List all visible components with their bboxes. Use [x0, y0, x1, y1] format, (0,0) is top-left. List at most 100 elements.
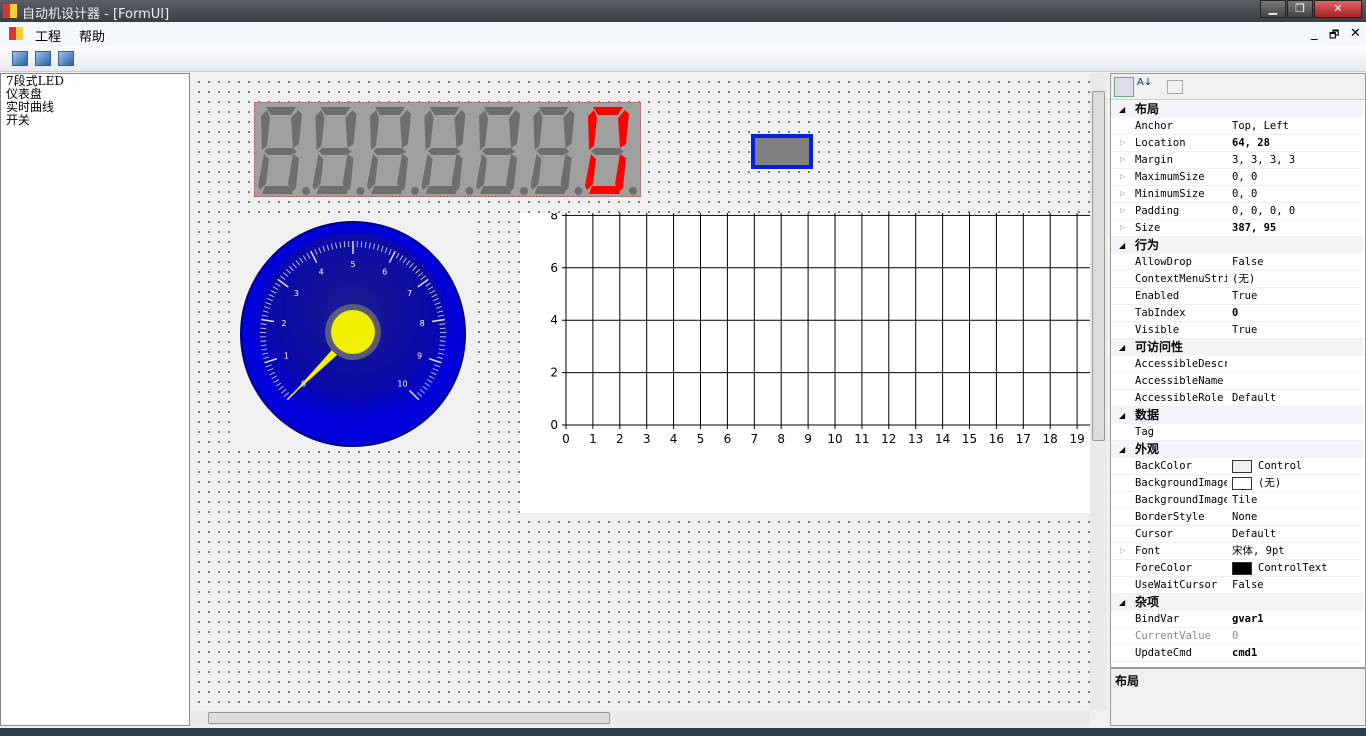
toolbox-item-chart[interactable]: 实时曲线	[6, 101, 184, 114]
property-value[interactable]: 0	[1232, 628, 1238, 645]
image-icon[interactable]	[58, 51, 74, 66]
switch-control[interactable]	[751, 134, 813, 169]
property-row[interactable]: AccessibleRole Default	[1111, 390, 1363, 407]
category-name: 布局	[1135, 102, 1160, 116]
property-row[interactable]: BackColor Control	[1111, 458, 1363, 475]
mdi-restore-button[interactable]: 🗗	[1329, 26, 1339, 45]
property-value[interactable]: True	[1232, 322, 1257, 339]
property-value[interactable]: (无)	[1232, 271, 1255, 288]
expand-icon[interactable]: ▷	[1120, 543, 1125, 560]
property-name: MinimumSize	[1135, 188, 1205, 200]
realtime-chart[interactable]: 0123456789101112131415161718190246810	[520, 213, 1090, 513]
property-value[interactable]: 3, 3, 3, 3	[1232, 152, 1295, 169]
property-row[interactable]: UpdateCmd cmd1	[1111, 645, 1363, 662]
property-category[interactable]: ◢ 行为	[1111, 237, 1363, 254]
collapse-icon[interactable]: ◢	[1119, 339, 1125, 356]
property-value[interactable]: None	[1232, 509, 1257, 526]
collapse-icon[interactable]: ◢	[1119, 441, 1125, 458]
property-row[interactable]: ▷ Location 64, 28	[1111, 135, 1363, 152]
expand-icon[interactable]: ▷	[1120, 186, 1125, 203]
property-row[interactable]: BackgroundImage (无)	[1111, 475, 1363, 492]
alphabetical-icon[interactable]: A↓	[1137, 77, 1152, 88]
mdi-minimize-button[interactable]: _	[1311, 26, 1318, 41]
property-row[interactable]: BindVar gvar1	[1111, 611, 1363, 628]
expand-icon[interactable]: ▷	[1120, 135, 1125, 152]
property-value[interactable]: 0	[1232, 305, 1238, 322]
expand-icon[interactable]: ▷	[1120, 220, 1125, 237]
property-value[interactable]: Default	[1232, 390, 1276, 407]
property-value[interactable]: 0, 0, 0, 0	[1232, 203, 1295, 220]
property-row[interactable]: ▷ Size 387, 95	[1111, 220, 1363, 237]
gauge-control[interactable]: 012345678910	[237, 220, 477, 448]
property-row[interactable]: UseWaitCursor False	[1111, 577, 1363, 594]
property-row[interactable]: CurrentValue 0	[1111, 628, 1363, 645]
expand-icon[interactable]: ▷	[1120, 152, 1125, 169]
property-value[interactable]: 0, 0	[1232, 186, 1257, 203]
property-category[interactable]: ◢ 布局	[1111, 101, 1363, 118]
design-canvas[interactable]: 012345678910 012345678910111213141516171…	[190, 73, 1090, 710]
property-value[interactable]: False	[1232, 577, 1264, 594]
property-category[interactable]: ◢ 杂项	[1111, 594, 1363, 611]
property-row[interactable]: Cursor Default	[1111, 526, 1363, 543]
property-value[interactable]: Default	[1232, 526, 1276, 543]
close-button[interactable]: ✕	[1314, 0, 1362, 18]
property-row[interactable]: ForeColor ControlText	[1111, 560, 1363, 577]
property-row[interactable]: ▷ Margin 3, 3, 3, 3	[1111, 152, 1363, 169]
image-icon[interactable]	[12, 51, 28, 66]
property-value[interactable]: 64, 28	[1232, 135, 1270, 152]
menu-help[interactable]: 帮助	[79, 26, 105, 45]
property-row[interactable]: AccessibleDescription	[1111, 356, 1363, 373]
collapse-icon[interactable]: ◢	[1119, 101, 1125, 118]
toolbox-item-switch[interactable]: 开关	[6, 114, 184, 127]
property-row[interactable]: BorderStyle None	[1111, 509, 1363, 526]
horizontal-scrollbar[interactable]	[190, 710, 1090, 726]
property-category[interactable]: ◢ 外观	[1111, 441, 1363, 458]
mdi-close-button[interactable]: ✕	[1350, 26, 1361, 41]
categorized-icon[interactable]	[1114, 77, 1134, 97]
property-pages-icon[interactable]	[1167, 80, 1183, 94]
property-value[interactable]: 宋体, 9pt	[1232, 543, 1285, 560]
property-row[interactable]: Visible True	[1111, 322, 1363, 339]
property-value[interactable]: Tile	[1232, 492, 1257, 509]
property-row[interactable]: Enabled True	[1111, 288, 1363, 305]
property-value[interactable]: ControlText	[1232, 560, 1328, 577]
image-icon[interactable]	[35, 51, 51, 66]
property-value[interactable]: 387, 95	[1232, 220, 1276, 237]
property-category[interactable]: ◢ 可访问性	[1111, 339, 1363, 356]
vertical-scrollbar[interactable]	[1090, 73, 1107, 710]
property-row[interactable]: TabIndex 0	[1111, 305, 1363, 322]
property-row[interactable]: ▷ Font 宋体, 9pt	[1111, 543, 1363, 560]
seven-segment-led[interactable]	[254, 102, 641, 197]
property-value[interactable]: 0, 0	[1232, 169, 1257, 186]
minimize-button[interactable]: ▁	[1260, 0, 1286, 18]
scroll-thumb[interactable]	[1092, 91, 1105, 441]
property-row[interactable]: Tag	[1111, 424, 1363, 441]
scroll-thumb[interactable]	[208, 712, 610, 724]
property-row[interactable]: AllowDrop False	[1111, 254, 1363, 271]
property-value[interactable]: False	[1232, 254, 1264, 271]
property-value[interactable]: gvar1	[1232, 611, 1264, 628]
menu-project[interactable]: 工程	[35, 26, 61, 45]
property-row[interactable]: ContextMenuStrip (无)	[1111, 271, 1363, 288]
property-category[interactable]: ◢ 数据	[1111, 407, 1363, 424]
property-value[interactable]: Control	[1232, 458, 1302, 475]
property-value[interactable]: Top, Left	[1232, 118, 1289, 135]
property-value-text: 3, 3, 3, 3	[1232, 154, 1296, 166]
property-row[interactable]: AccessibleName	[1111, 373, 1363, 390]
property-value[interactable]: (无)	[1232, 475, 1281, 492]
property-row[interactable]: ▷ MaximumSize 0, 0	[1111, 169, 1363, 186]
collapse-icon[interactable]: ◢	[1119, 237, 1125, 254]
property-row[interactable]: BackgroundImageLayout Tile	[1111, 492, 1363, 509]
property-row[interactable]: Anchor Top, Left	[1111, 118, 1363, 135]
mdi-icon[interactable]	[9, 27, 23, 40]
property-row[interactable]: ▷ MinimumSize 0, 0	[1111, 186, 1363, 203]
property-value[interactable]: True	[1232, 288, 1257, 305]
expand-icon[interactable]: ▷	[1120, 203, 1125, 220]
property-row[interactable]: ▷ Padding 0, 0, 0, 0	[1111, 203, 1363, 220]
maximize-button[interactable]: ❐	[1287, 0, 1313, 18]
expand-icon[interactable]: ▷	[1120, 169, 1125, 186]
collapse-icon[interactable]: ◢	[1119, 594, 1125, 611]
toolbox-list[interactable]: 7段式LED 仪表盘 实时曲线 开关	[0, 73, 190, 726]
property-value[interactable]: cmd1	[1232, 645, 1257, 662]
collapse-icon[interactable]: ◢	[1119, 407, 1125, 424]
